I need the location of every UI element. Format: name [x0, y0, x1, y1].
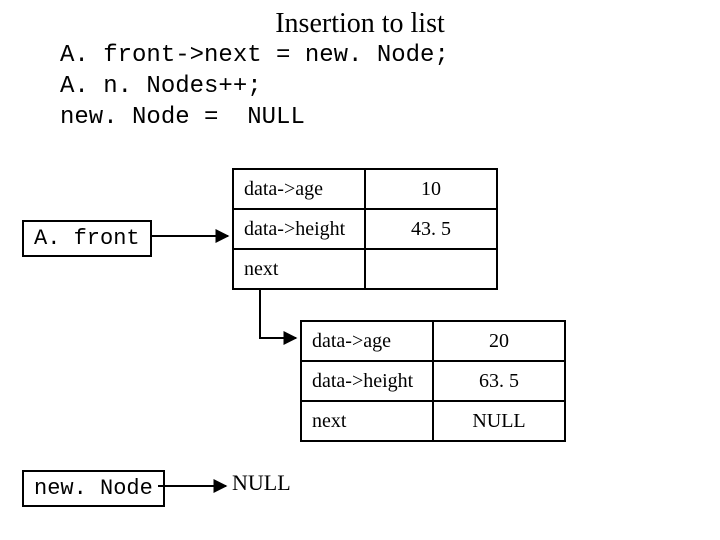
node2-next-val: NULL	[433, 401, 565, 441]
table-row: data->height 43. 5	[233, 209, 497, 249]
null-label: NULL	[232, 470, 291, 496]
table-row: next	[233, 249, 497, 289]
node1-age-key: data->age	[233, 169, 365, 209]
node2-height-key: data->height	[301, 361, 433, 401]
node2-age-key: data->age	[301, 321, 433, 361]
node2-height-val: 63. 5	[433, 361, 565, 401]
slide-title: Insertion to list	[0, 8, 720, 40]
afront-box: A. front	[22, 220, 152, 257]
table-row: data->age 10	[233, 169, 497, 209]
node1-height-key: data->height	[233, 209, 365, 249]
node1-table: data->age 10 data->height 43. 5 next	[232, 168, 498, 290]
arrow-node1-node2	[260, 290, 296, 338]
node2-table: data->age 20 data->height 63. 5 next NUL…	[300, 320, 566, 442]
code-block: A. front->next = new. Node; A. n. Nodes+…	[60, 40, 449, 134]
newnode-box: new. Node	[22, 470, 165, 507]
node1-height-val: 43. 5	[365, 209, 497, 249]
node1-next-key: next	[233, 249, 365, 289]
node1-age-val: 10	[365, 169, 497, 209]
table-row: data->height 63. 5	[301, 361, 565, 401]
node2-next-key: next	[301, 401, 433, 441]
node2-age-val: 20	[433, 321, 565, 361]
table-row: next NULL	[301, 401, 565, 441]
table-row: data->age 20	[301, 321, 565, 361]
node1-next-val	[365, 249, 497, 289]
